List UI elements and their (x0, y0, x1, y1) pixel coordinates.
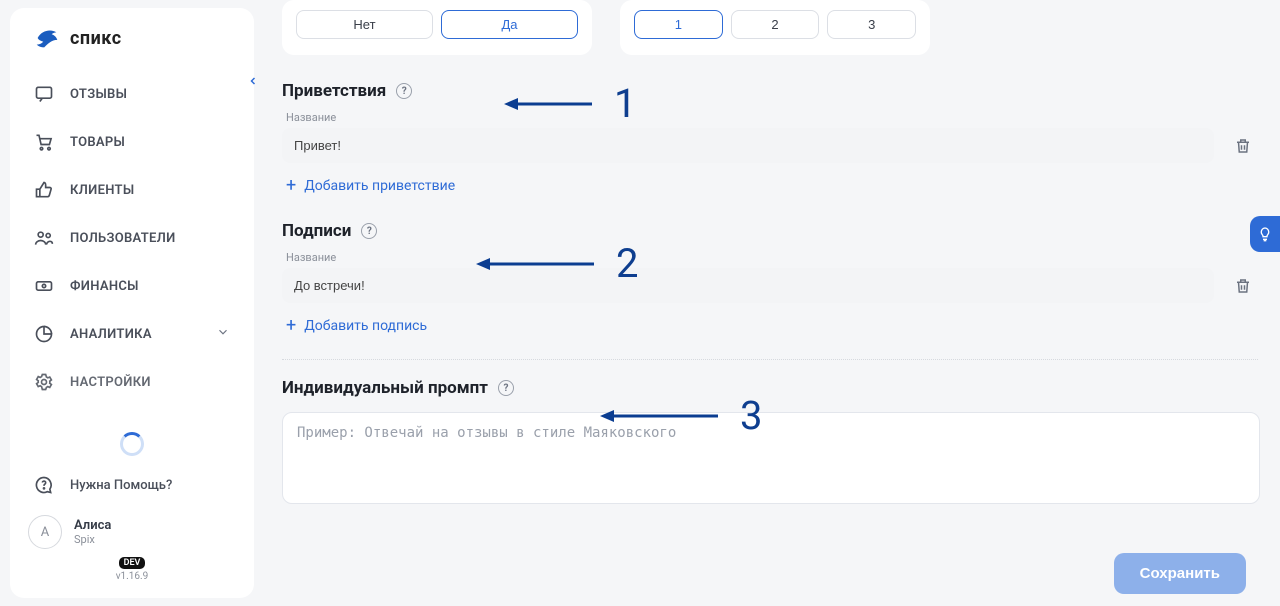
version-info: DEV v1.16.9 (20, 557, 244, 582)
option-no[interactable]: Нет (296, 10, 433, 39)
sidebar-item-settings[interactable]: НАСТРОЙКИ (20, 360, 244, 404)
version-text: v1.16.9 (116, 571, 149, 582)
pie-icon (34, 324, 54, 344)
avatar: А (28, 515, 62, 549)
help-label: Нужна Помощь? (70, 478, 172, 493)
option-2[interactable]: 2 (731, 10, 820, 39)
users-icon (34, 228, 54, 248)
brand-logo-icon (32, 26, 62, 50)
help-icon[interactable]: ? (396, 83, 412, 99)
cart-icon (34, 132, 54, 152)
greetings-field-label: Название (286, 111, 1258, 124)
main-content: Нет Да 1 2 3 Приветствия ? Название + До… (270, 0, 1270, 606)
chevron-down-icon (216, 325, 230, 343)
prompt-textarea[interactable] (282, 412, 1260, 504)
user-org: Spix (74, 533, 111, 546)
thumbs-up-icon (34, 180, 54, 200)
toggle-card-yesno: Нет Да (282, 0, 592, 55)
current-user[interactable]: А Алиса Spix (20, 513, 244, 549)
sidebar-item-label: КЛИЕНТЫ (70, 183, 134, 198)
sidebar-item-label: ПОЛЬЗОВАТЕЛИ (70, 231, 176, 246)
option-3[interactable]: 3 (827, 10, 916, 39)
sidebar-item-label: ФИНАНСЫ (70, 279, 139, 294)
sidebar-item-label: НАСТРОЙКИ (70, 375, 151, 390)
greetings-heading: Приветствия ? (282, 81, 1258, 101)
sidebar-nav: ОТЗЫВЫ ТОВАРЫ КЛИЕНТЫ ПОЛЬЗОВАТЕЛИ ФИНАН… (10, 64, 254, 456)
delete-greeting-button[interactable] (1228, 131, 1258, 161)
trash-icon (1234, 137, 1252, 155)
sidebar-item-label: ОТЗЫВЫ (70, 87, 127, 102)
sidebar-item-label: ТОВАРЫ (70, 135, 125, 150)
sidebar-item-analytics[interactable]: АНАЛИТИКА (20, 312, 244, 356)
add-signature-button[interactable]: + Добавить подпись (286, 317, 427, 335)
greeting-input[interactable] (282, 128, 1214, 163)
help-link[interactable]: Нужна Помощь? (20, 465, 244, 505)
help-chat-icon (34, 475, 54, 495)
sidebar-item-products[interactable]: ТОВАРЫ (20, 120, 244, 164)
option-yes[interactable]: Да (441, 10, 578, 39)
toggle-card-123: 1 2 3 (620, 0, 930, 55)
brand-logo: спикс (10, 26, 254, 64)
sidebar-item-reviews[interactable]: ОТЗЫВЫ (20, 72, 244, 116)
help-icon[interactable]: ? (361, 223, 377, 239)
sidebar-collapse-icon[interactable] (244, 72, 262, 90)
sidebar: спикс ОТЗЫВЫ ТОВАРЫ КЛИЕНТЫ ПОЛЬЗОВАТЕЛИ… (10, 8, 254, 598)
hint-bulb-button[interactable] (1250, 216, 1280, 252)
section-divider (282, 359, 1258, 360)
chat-icon (34, 84, 54, 104)
plus-icon: + (286, 317, 296, 335)
user-name: Алиса (74, 518, 111, 533)
sidebar-item-clients[interactable]: КЛИЕНТЫ (20, 168, 244, 212)
signatures-heading: Подписи ? (282, 221, 1258, 241)
money-icon (34, 276, 54, 296)
help-icon[interactable]: ? (498, 380, 514, 396)
plus-icon: + (286, 177, 296, 195)
sidebar-item-finance[interactable]: ФИНАНСЫ (20, 264, 244, 308)
sidebar-item-label: АНАЛИТИКА (70, 327, 152, 342)
gear-icon (34, 372, 54, 392)
option-1[interactable]: 1 (634, 10, 723, 39)
save-button[interactable]: Сохранить (1114, 553, 1246, 594)
brand-name: спикс (70, 28, 122, 49)
loading-spinner-icon (120, 432, 144, 456)
add-greeting-button[interactable]: + Добавить приветствие (286, 177, 455, 195)
sidebar-item-users[interactable]: ПОЛЬЗОВАТЕЛИ (20, 216, 244, 260)
prompt-heading: Индивидуальный промпт ? (282, 378, 1258, 398)
signature-input[interactable] (282, 268, 1214, 303)
signatures-field-label: Название (286, 251, 1258, 264)
lightbulb-icon (1257, 226, 1273, 242)
trash-icon (1234, 277, 1252, 295)
delete-signature-button[interactable] (1228, 271, 1258, 301)
dev-badge: DEV (119, 557, 146, 569)
